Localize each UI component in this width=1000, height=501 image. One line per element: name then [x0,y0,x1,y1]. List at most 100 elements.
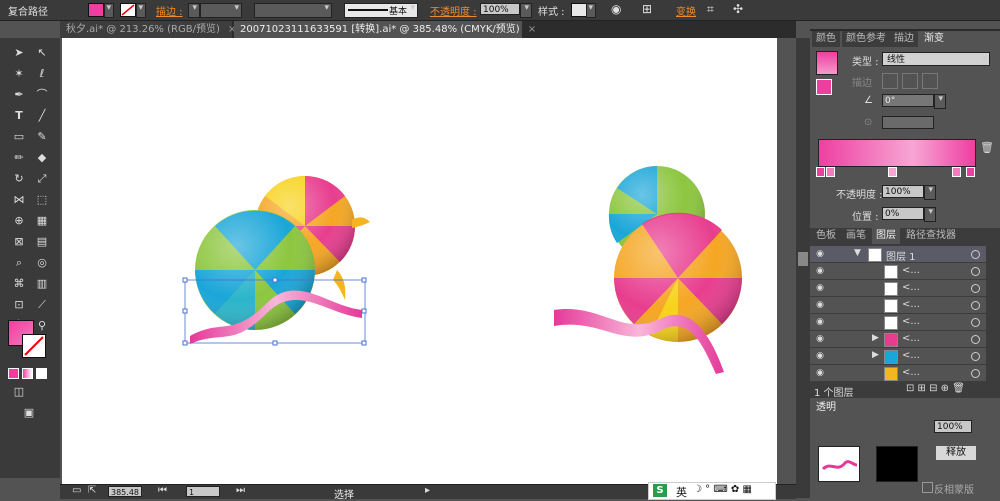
scale-tool-icon[interactable]: ⤢ [33,170,51,188]
ime-tool-icons[interactable]: ☽ ° ⌨ ✿ ▦ [693,484,752,495]
graphic-style-swatch[interactable] [571,3,587,17]
tab-converted-doc[interactable]: 20071023111633591 [转换].ai* @ 385.48% (CM… [234,21,536,38]
shape-builder-tool-icon[interactable]: ⊕ [10,212,28,230]
tab-transparency[interactable]: 透明 [812,400,840,416]
tab-layers[interactable]: 图层 [872,228,900,244]
target-icon[interactable] [971,352,980,361]
slice-tool-icon[interactable]: ⟋ [33,296,51,314]
tab-brushes[interactable]: 画笔 [842,228,870,244]
eraser-tool-icon[interactable]: ◆ [33,149,51,167]
opacity-field[interactable]: 100% [480,3,520,15]
magic-wand-tool-icon[interactable]: ✶ [10,65,28,83]
perspective-grid-tool-icon[interactable]: ▦ [33,212,51,230]
stroke-apply-along-button[interactable] [902,73,918,89]
color-mode-button[interactable] [8,368,19,379]
target-icon[interactable] [971,250,980,259]
gradient-slider-bar[interactable] [818,139,976,167]
mask-thumbnail[interactable] [876,446,918,482]
stroke-color-box[interactable] [22,334,46,358]
zoom-out-icon[interactable]: ▭ [72,485,81,496]
fill-swatch[interactable] [88,3,104,17]
last-artboard-icon[interactable]: ⏭ [236,485,245,496]
sublayer-name[interactable]: <... [902,367,920,378]
direct-selection-tool-icon[interactable]: ↖ [33,44,51,62]
screen-mode-icon[interactable]: ▣ [20,404,38,422]
gradient-stop[interactable] [816,167,825,177]
target-icon[interactable] [971,301,980,310]
variable-width-dropdown[interactable] [254,3,332,18]
width-tool-icon[interactable]: ⋈ [10,191,28,209]
gradient-stop[interactable] [888,167,897,177]
opacity-dropdown[interactable] [924,185,936,200]
artboard[interactable] [62,38,777,484]
gradient-stop[interactable] [966,167,975,177]
gradient-stop[interactable] [952,167,961,177]
tab-color-guide[interactable]: 颜色参考 [842,31,890,47]
opacity-label[interactable]: 不透明度 : [430,3,477,18]
sublayer-row[interactable]: ◉ ▶ <... [810,331,986,348]
expand-arrow-icon[interactable]: ▶ [872,350,879,360]
artboard-tool-icon[interactable]: ⊡ [10,296,28,314]
gradient-type-dropdown[interactable]: 线性 [882,52,990,66]
isolate-icon[interactable]: ⌗ [707,2,714,17]
sogou-logo-icon[interactable]: S [653,484,667,497]
transparency-opacity-field[interactable]: 100% [934,420,972,433]
blend-tool-icon[interactable]: ◎ [33,254,51,272]
type-tool-icon[interactable]: T [10,107,28,125]
first-artboard-icon[interactable]: ⏮ [158,485,167,496]
sublayer-row[interactable]: ◉ <... [810,365,986,382]
sublayer-name[interactable]: <... [902,333,920,344]
tab-swatches[interactable]: 色板 [812,228,840,244]
eye-icon[interactable]: ◉ [814,299,826,311]
position-dropdown[interactable] [924,207,936,222]
fill-indicator[interactable] [816,79,832,95]
panel-menu-icon[interactable]: ✣ [733,2,743,16]
fill-dropdown[interactable] [104,3,114,18]
sublayer-row[interactable]: ◉ <... [810,263,986,280]
none-mode-button[interactable] [36,368,47,379]
draw-mode-icon[interactable]: ◫ [10,383,28,401]
sublayer-name[interactable]: <... [902,299,920,310]
paintbrush-tool-icon[interactable]: ✎ [33,128,51,146]
expand-arrow-icon[interactable]: ▶ [872,333,879,343]
delete-stop-icon[interactable]: 🗑 [980,141,994,154]
release-mask-button[interactable]: 释放 [936,446,976,460]
target-icon[interactable] [971,284,980,293]
scroll-thumb[interactable] [798,252,808,266]
tab-pathfinder[interactable]: 路径查找器 [902,228,960,244]
sublayer-row[interactable]: ◉ <... [810,314,986,331]
recolor-icon[interactable]: ◉ [611,2,621,16]
gradient-stop[interactable] [826,167,835,177]
pencil-tool-icon[interactable]: ✏ [10,149,28,167]
symbol-sprayer-tool-icon[interactable]: ⌘ [10,275,28,293]
gradient-mode-button[interactable] [22,368,33,379]
free-transform-tool-icon[interactable]: ⬚ [33,191,51,209]
stroke-apply-within-button[interactable] [882,73,898,89]
status-menu-icon[interactable]: ▸ [425,485,430,496]
zoom-field[interactable]: 385.48 [108,486,142,497]
tab-color[interactable]: 颜色 [812,31,840,47]
layer-actions-icons[interactable]: ⊡ ⊞ ⊟ ⊕ 🗑 [906,383,965,394]
target-icon[interactable] [971,318,980,327]
sublayer-name[interactable]: <... [902,316,920,327]
selection-tool-icon[interactable]: ➤ [10,44,28,62]
expand-arrow-icon[interactable]: ▼ [854,248,861,258]
artboard-number-field[interactable]: 1 [186,486,220,497]
eye-icon[interactable]: ◉ [814,265,826,277]
zoom-tool-icon[interactable]: ⚲ [33,317,51,335]
position-field[interactable]: 0% [882,207,924,220]
stroke-swatch[interactable] [120,3,136,17]
transform-label[interactable]: 变换 [676,3,696,18]
eye-icon[interactable]: ◉ [814,333,826,345]
close-icon[interactable]: × [528,24,536,35]
tab-autumn-doc[interactable]: 秋夕.ai* @ 213.26% (RGB/预览) × [60,21,236,38]
eye-icon[interactable]: ◉ [814,248,826,260]
layer-name[interactable]: 图层 1 [886,248,916,263]
angle-dropdown[interactable] [934,94,946,109]
target-icon[interactable] [971,369,980,378]
angle-field[interactable]: 0° [882,94,934,107]
stroke-weight-field[interactable] [200,3,242,18]
sublayer-row[interactable]: ◉ ▶ <... [810,348,986,365]
eyedropper-tool-icon[interactable]: ⌕ [10,254,28,272]
stroke-label[interactable]: 描边 : [156,3,183,18]
